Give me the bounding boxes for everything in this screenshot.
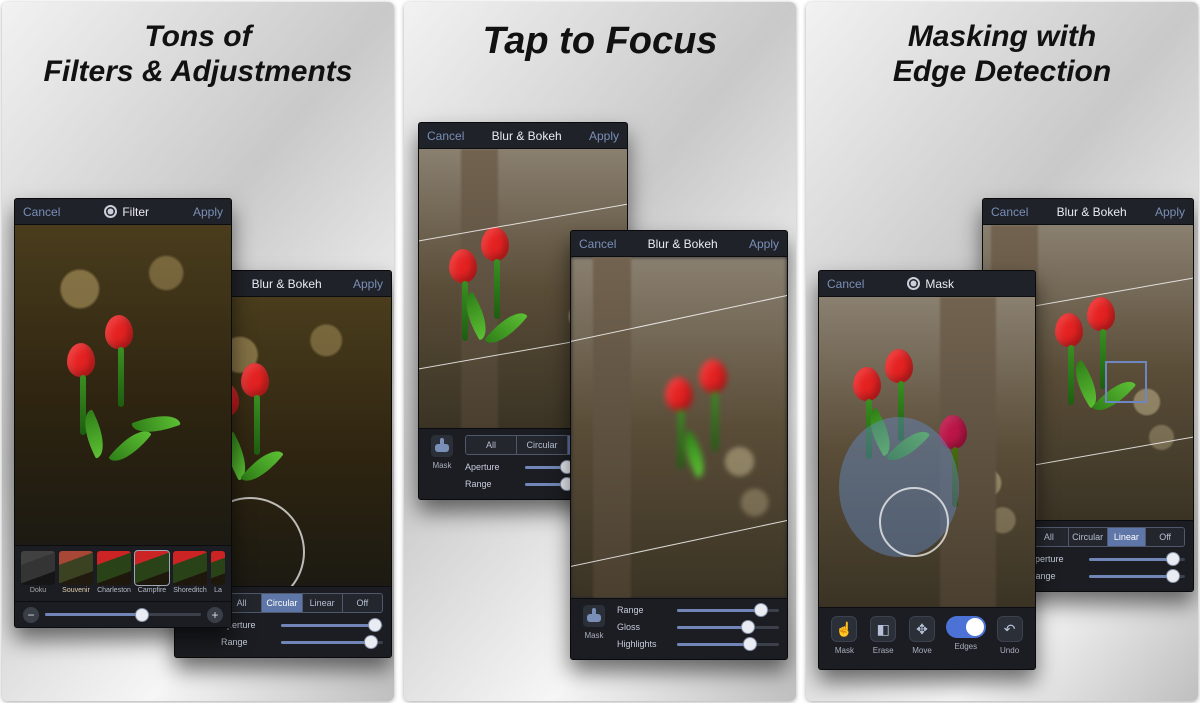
mask-icon[interactable] <box>583 605 605 627</box>
range-slider[interactable] <box>677 609 779 612</box>
cancel-button[interactable]: Cancel <box>991 205 1028 219</box>
filter-thumb[interactable]: Shoreditch <box>173 551 207 585</box>
image-preview[interactable] <box>819 297 1035 607</box>
seg-circular[interactable]: Circular <box>262 594 302 612</box>
promo-card-focus: Tap to Focus Cancel Blur & Bokeh Apply <box>404 2 796 701</box>
mask-label: Mask <box>584 631 603 640</box>
cancel-button[interactable]: Cancel <box>579 237 616 251</box>
intensity-minus-button[interactable]: − <box>23 607 39 623</box>
shape-segmented[interactable]: All Circular Linear Off <box>1029 527 1185 547</box>
shape-segmented[interactable]: All Circular Linear Off <box>221 593 383 613</box>
aperture-slider[interactable] <box>1089 558 1185 561</box>
focus-rect[interactable] <box>1105 361 1147 403</box>
apply-button[interactable]: Apply <box>193 205 223 219</box>
aperture-label: Aperture <box>1029 554 1081 564</box>
range-label: Range <box>221 637 273 647</box>
filter-thumb[interactable]: La <box>211 551 225 585</box>
panel-title: Blur & Bokeh <box>492 129 562 143</box>
seg-circular[interactable]: Circular <box>517 436 568 454</box>
panel-title: Blur & Bokeh <box>648 237 718 251</box>
cancel-button[interactable]: Cancel <box>427 129 464 143</box>
phone-filter: Cancel Filter Apply Doku Souvenir Charle… <box>14 198 232 628</box>
image-preview[interactable] <box>15 225 231 545</box>
range-slider[interactable] <box>1089 575 1185 578</box>
filter-thumb[interactable]: Doku <box>21 551 55 585</box>
filter-thumb[interactable]: Charleston <box>97 551 131 585</box>
promo-card-masking: Masking with Edge Detection Cancel Blur … <box>806 2 1198 701</box>
aperture-label: Aperture <box>465 462 517 472</box>
phone-blur-bokeh-highlights: Cancel Blur & Bokeh Apply Mask <box>570 230 788 660</box>
brush-indicator[interactable] <box>879 487 949 557</box>
undo-tool-label: Undo <box>1000 646 1019 655</box>
edges-toggle[interactable] <box>946 616 986 638</box>
move-tool-icon[interactable]: ✥ <box>909 616 935 642</box>
filter-icon <box>104 205 117 218</box>
panel-title: Blur & Bokeh <box>1057 205 1127 219</box>
cancel-button[interactable]: Cancel <box>23 205 60 219</box>
range-label: Range <box>1029 571 1081 581</box>
gloss-slider[interactable] <box>677 626 779 629</box>
panel-title: Filter <box>104 205 149 219</box>
mask-label: Mask <box>432 461 451 470</box>
filter-strip[interactable]: Doku Souvenir Charleston Campfire Shored… <box>15 545 231 601</box>
gloss-label: Gloss <box>617 622 669 632</box>
filter-thumb[interactable]: Souvenir <box>59 551 93 585</box>
mask-icon[interactable] <box>431 435 453 457</box>
panel-title: Blur & Bokeh <box>252 277 322 291</box>
seg-circular[interactable]: Circular <box>1069 528 1108 546</box>
mask-tool-label: Mask <box>835 646 854 655</box>
apply-button[interactable]: Apply <box>353 277 383 291</box>
seg-off[interactable]: Off <box>343 594 382 612</box>
edges-tool-label: Edges <box>954 642 977 651</box>
range-label: Range <box>617 605 669 615</box>
apply-button[interactable]: Apply <box>1155 205 1185 219</box>
mask-toolbar: ☝ Mask ◧ Erase ✥ Move Edges <box>819 607 1035 669</box>
seg-linear[interactable]: Linear <box>1108 528 1147 546</box>
intensity-plus-button[interactable]: + <box>207 607 223 623</box>
move-tool-label: Move <box>912 646 932 655</box>
seg-all[interactable]: All <box>466 436 517 454</box>
intensity-slider[interactable] <box>45 613 201 616</box>
erase-tool-label: Erase <box>873 646 894 655</box>
highlights-slider[interactable] <box>677 643 779 646</box>
promo-card-filters: Tons of Filters & Adjustments Cancel Blu… <box>2 2 394 701</box>
image-preview[interactable] <box>571 257 787 598</box>
apply-button[interactable]: Apply <box>589 129 619 143</box>
erase-tool-icon[interactable]: ◧ <box>870 616 896 642</box>
seg-off[interactable]: Off <box>1146 528 1184 546</box>
mask-tool-icon[interactable]: ☝ <box>831 616 857 642</box>
panel-title: Mask <box>907 277 954 291</box>
mask-title-icon <box>907 277 920 290</box>
range-label: Range <box>465 479 517 489</box>
range-slider[interactable] <box>281 641 383 644</box>
filter-thumb-selected[interactable]: Campfire <box>135 551 169 585</box>
phone-mask: Cancel Mask Apply ☝ <box>818 270 1036 670</box>
highlights-label: Highlights <box>617 639 669 649</box>
aperture-slider[interactable] <box>281 624 383 627</box>
undo-tool-icon[interactable]: ↶ <box>997 616 1023 642</box>
seg-linear[interactable]: Linear <box>303 594 343 612</box>
apply-button[interactable]: Apply <box>749 237 779 251</box>
cancel-button[interactable]: Cancel <box>827 277 864 291</box>
